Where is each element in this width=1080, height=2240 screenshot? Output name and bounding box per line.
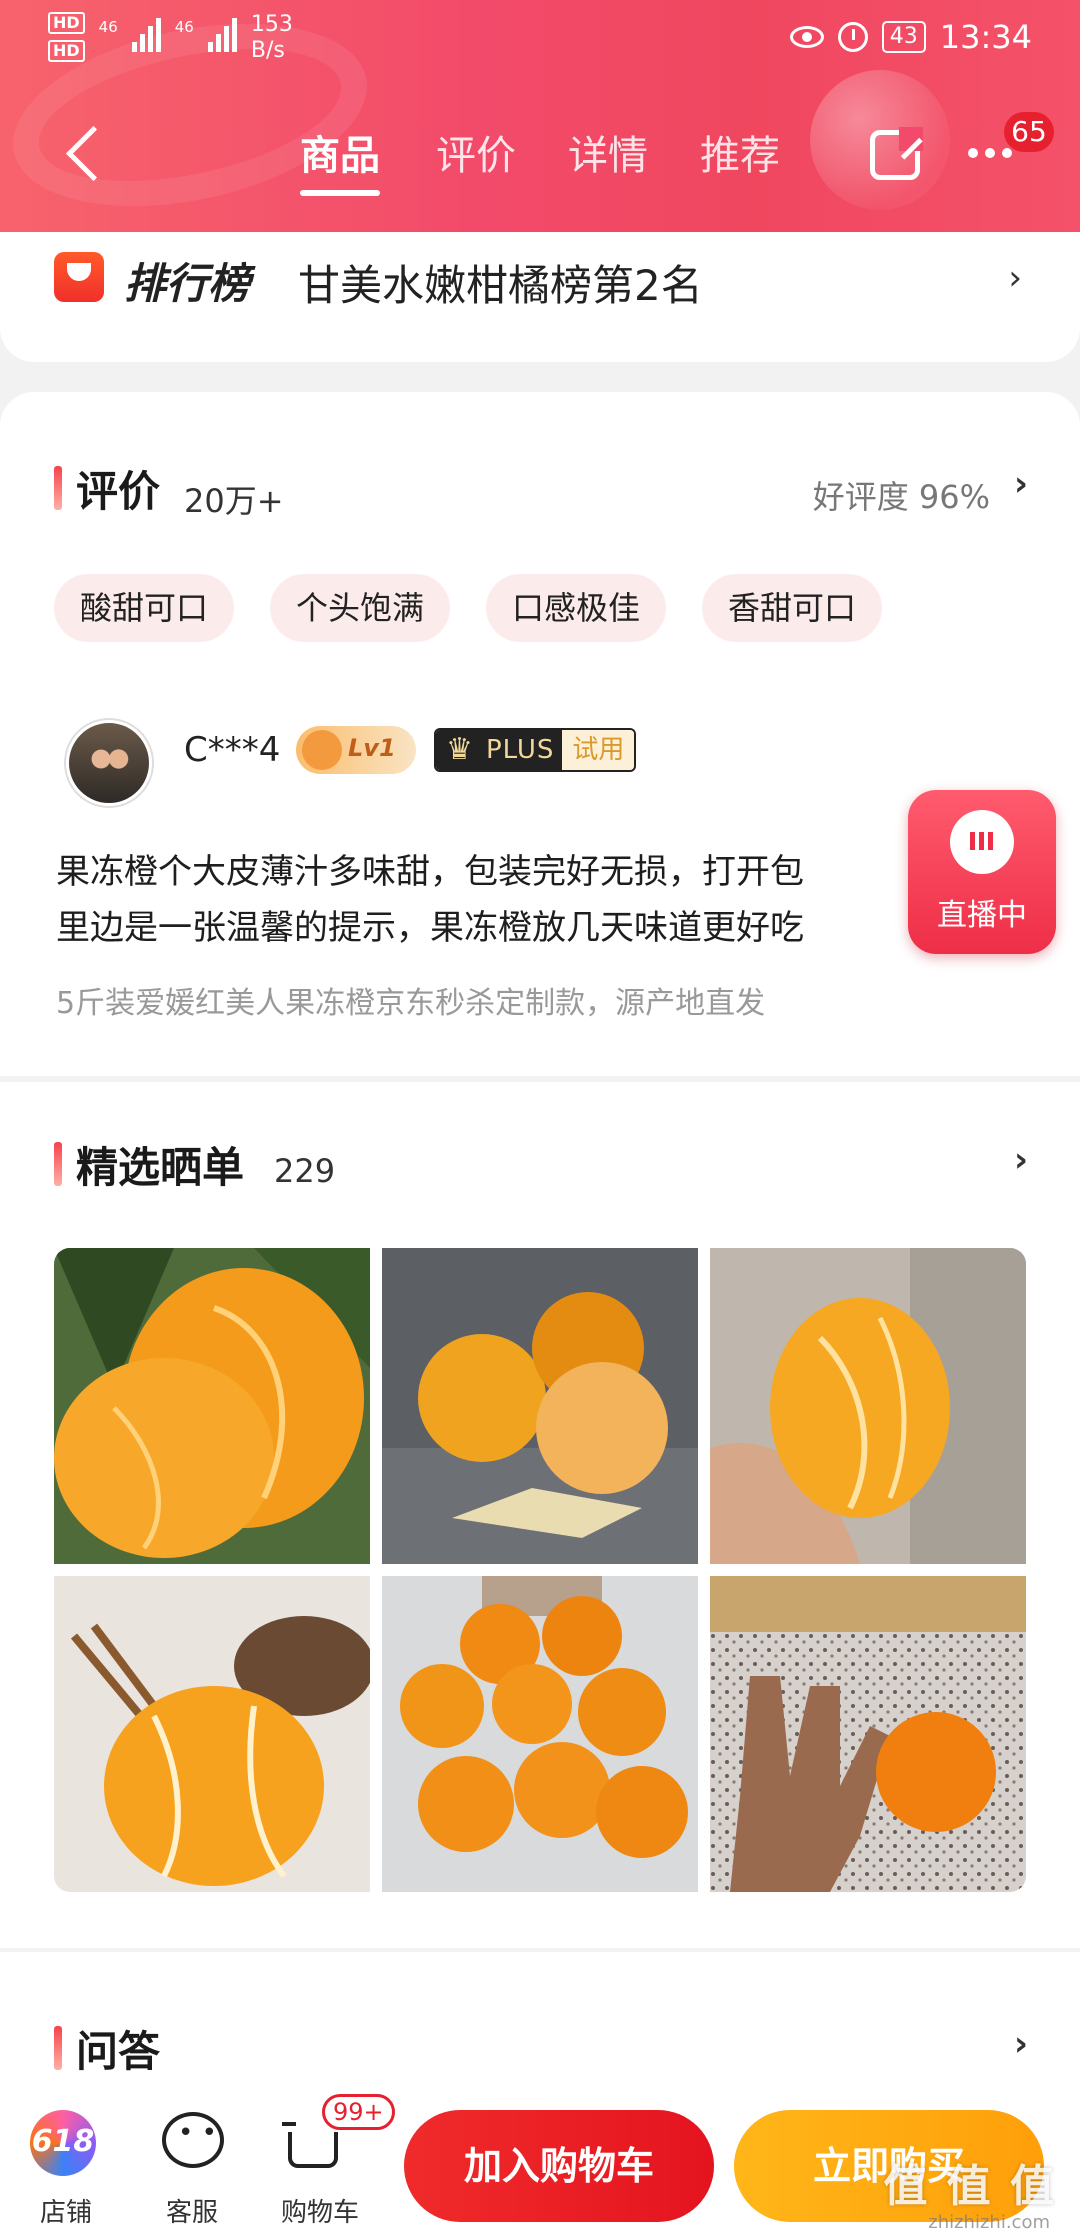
level-badge-text: Lv1 — [348, 734, 396, 762]
section-accent-bar — [54, 2026, 62, 2070]
status-left: HD HD 46 46 153 B/s — [48, 12, 293, 64]
message-count-badge: 65 — [1004, 112, 1054, 152]
review-photo[interactable] — [54, 1248, 370, 1564]
review-tag[interactable]: 个头饱满 — [270, 574, 450, 642]
chevron-right-icon: › — [1008, 258, 1022, 298]
shop-icon-text: 618 — [31, 2124, 95, 2159]
cart-label: 购物车 — [280, 2198, 359, 2228]
more-icon[interactable] — [968, 148, 1012, 158]
review-sku: 5斤装爱媛红美人果冻橙京东秒杀定制款，源产地直发 — [56, 986, 766, 1021]
clock: 13:34 — [939, 18, 1032, 56]
tab-reviews[interactable]: 评价 — [436, 128, 516, 184]
section-accent-bar — [54, 1142, 62, 1186]
chat-icon — [162, 2112, 224, 2168]
signal-icon-2 — [207, 12, 237, 52]
trophy-icon — [54, 252, 104, 302]
photo-reviews-count: 229 — [274, 1152, 336, 1190]
status-bar: HD HD 46 46 153 B/s 43 13:34 — [0, 0, 1080, 82]
net-speed: 153 B/s — [251, 12, 293, 64]
photo-reviews-section: 精选晒单 229 › — [0, 1082, 1080, 1948]
tab-recommend[interactable]: 推荐 — [700, 128, 780, 184]
review-text[interactable]: 果冻橙个大皮薄汁多味甜，包装完好无损，打开包 里边是一张温馨的提示，果冻橙放几天… — [56, 844, 916, 956]
praise-rate[interactable]: 好评度 96% — [813, 472, 990, 518]
status-right: 43 13:34 — [789, 18, 1032, 56]
review-photo[interactable] — [54, 1576, 370, 1892]
review-tag[interactable]: 口感极佳 — [486, 574, 666, 642]
eye-icon — [789, 26, 824, 48]
reviews-count: 20万+ — [184, 482, 284, 520]
shop-icon: 618 — [30, 2110, 96, 2176]
cart-icon — [282, 2122, 338, 2168]
review-photo[interactable] — [710, 1248, 1026, 1564]
orange-photo-image — [382, 1576, 698, 1892]
reviews-title: 评价 — [76, 467, 161, 516]
orange-photo-image — [710, 1248, 1026, 1564]
qa-section[interactable]: 问答 › — [0, 1952, 1080, 2082]
top-header: HD HD 46 46 153 B/s 43 13:34 商品 评价 详情 推荐 — [0, 0, 1080, 232]
review-username: C***4 — [184, 730, 281, 770]
plus-trial: 试用 — [562, 730, 635, 770]
orange-photo-image — [382, 1248, 698, 1564]
plus-badge: PLUS 试用 — [434, 728, 637, 772]
live-label: 直播中 — [937, 898, 1027, 933]
hd-indicator-2: HD — [48, 40, 85, 62]
share-icon[interactable] — [870, 127, 923, 180]
live-icon — [950, 810, 1014, 874]
service-label: 客服 — [165, 2198, 218, 2228]
review-photo[interactable] — [382, 1576, 698, 1892]
battery-icon: 43 — [881, 21, 926, 53]
review-tag[interactable]: 酸甜可口 — [54, 574, 234, 642]
customer-service-button[interactable]: 客服 — [132, 2082, 252, 2240]
reviews-section: 评价 20万+ 好评度 96% › 酸甜可口 个头饱满 口感极佳 香甜可口 C*… — [0, 392, 1080, 1076]
photo-reviews-title: 精选晒单 — [76, 1143, 245, 1192]
review-tag[interactable]: 香甜可口 — [702, 574, 882, 642]
ranking-label: 排行榜 — [124, 259, 251, 308]
add-to-cart-button[interactable]: 加入购物车 — [404, 2110, 714, 2222]
review-text-line1: 果冻橙个大皮薄汁多味甜，包装完好无损，打开包 — [56, 852, 804, 892]
chevron-right-icon[interactable]: › — [1014, 2024, 1028, 2064]
qa-title: 问答 — [76, 2027, 161, 2076]
alarm-icon — [837, 22, 868, 52]
tab-details[interactable]: 详情 — [568, 128, 648, 184]
net-speed-unit: B/s — [250, 38, 285, 63]
chevron-right-icon[interactable]: › — [1014, 464, 1028, 504]
shop-label: 店铺 — [39, 2198, 92, 2228]
tab-product[interactable]: 商品 — [300, 128, 380, 196]
ranking-text: 甘美水嫩柑橘榜第2名 — [298, 261, 703, 310]
back-button[interactable] — [62, 128, 102, 184]
network-type-2: 46 — [174, 18, 194, 36]
ranking-row[interactable]: 排行榜 甘美水嫩柑橘榜第2名 › — [0, 232, 1080, 362]
orange-photo-image — [54, 1576, 370, 1892]
review-text-line2: 里边是一张温馨的提示，果冻橙放几天味道更好吃 — [56, 908, 804, 948]
shop-button[interactable]: 618 店铺 — [6, 2082, 126, 2240]
cart-count-badge: 99+ — [322, 2094, 395, 2130]
review-photo[interactable] — [382, 1248, 698, 1564]
chevron-right-icon[interactable]: › — [1014, 1140, 1028, 1180]
network-type-1: 46 — [98, 18, 118, 36]
review-photo[interactable] — [710, 1576, 1026, 1892]
watermark-url: zhizhizhi.com — [928, 2212, 1050, 2233]
hd-indicator-1: HD — [48, 12, 85, 34]
orange-photo-image — [710, 1576, 1026, 1892]
orange-photo-image — [54, 1248, 370, 1564]
watermark-logo: 值 值 值 — [883, 2161, 1056, 2212]
level-badge: Lv1 — [296, 726, 416, 774]
hd-indicators: HD HD — [48, 12, 85, 62]
live-stream-button[interactable]: 直播中 — [908, 790, 1056, 954]
cart-button[interactable]: 99+ 购物车 — [260, 2082, 395, 2240]
signal-icon-1 — [131, 12, 161, 52]
plus-label: PLUS — [436, 730, 563, 770]
avatar — [66, 720, 152, 806]
section-accent-bar — [54, 466, 62, 510]
net-speed-value: 153 — [250, 12, 293, 37]
